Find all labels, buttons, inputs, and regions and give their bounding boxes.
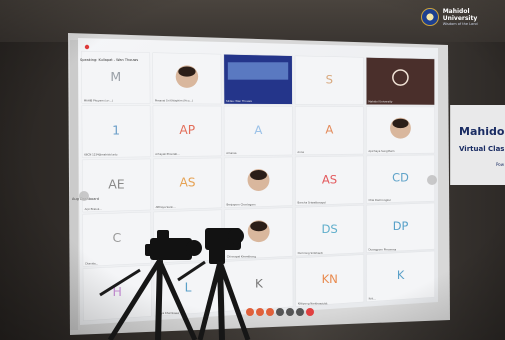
side-banner: Mahidol Virtual Clas Pow xyxy=(450,105,505,185)
watermark-title: Mahidol University xyxy=(442,8,478,22)
banner-line-1: Mahidol xyxy=(459,125,505,138)
projection: MMAHIB Phuyam (co-...)Pimanai Sri Khlaph… xyxy=(0,0,505,340)
watermark-subtitle: Wisdom of the Land xyxy=(442,22,478,26)
banner-line-2: Virtual Clas xyxy=(459,145,505,153)
university-seal-icon xyxy=(421,8,439,26)
university-watermark: Mahidol University Wisdom of the Land xyxy=(421,8,505,26)
banner-line-3: Pow xyxy=(496,162,504,167)
photo: MMAHIB Phuyam (co-...)Pimanai Sri Khlaph… xyxy=(0,0,505,340)
